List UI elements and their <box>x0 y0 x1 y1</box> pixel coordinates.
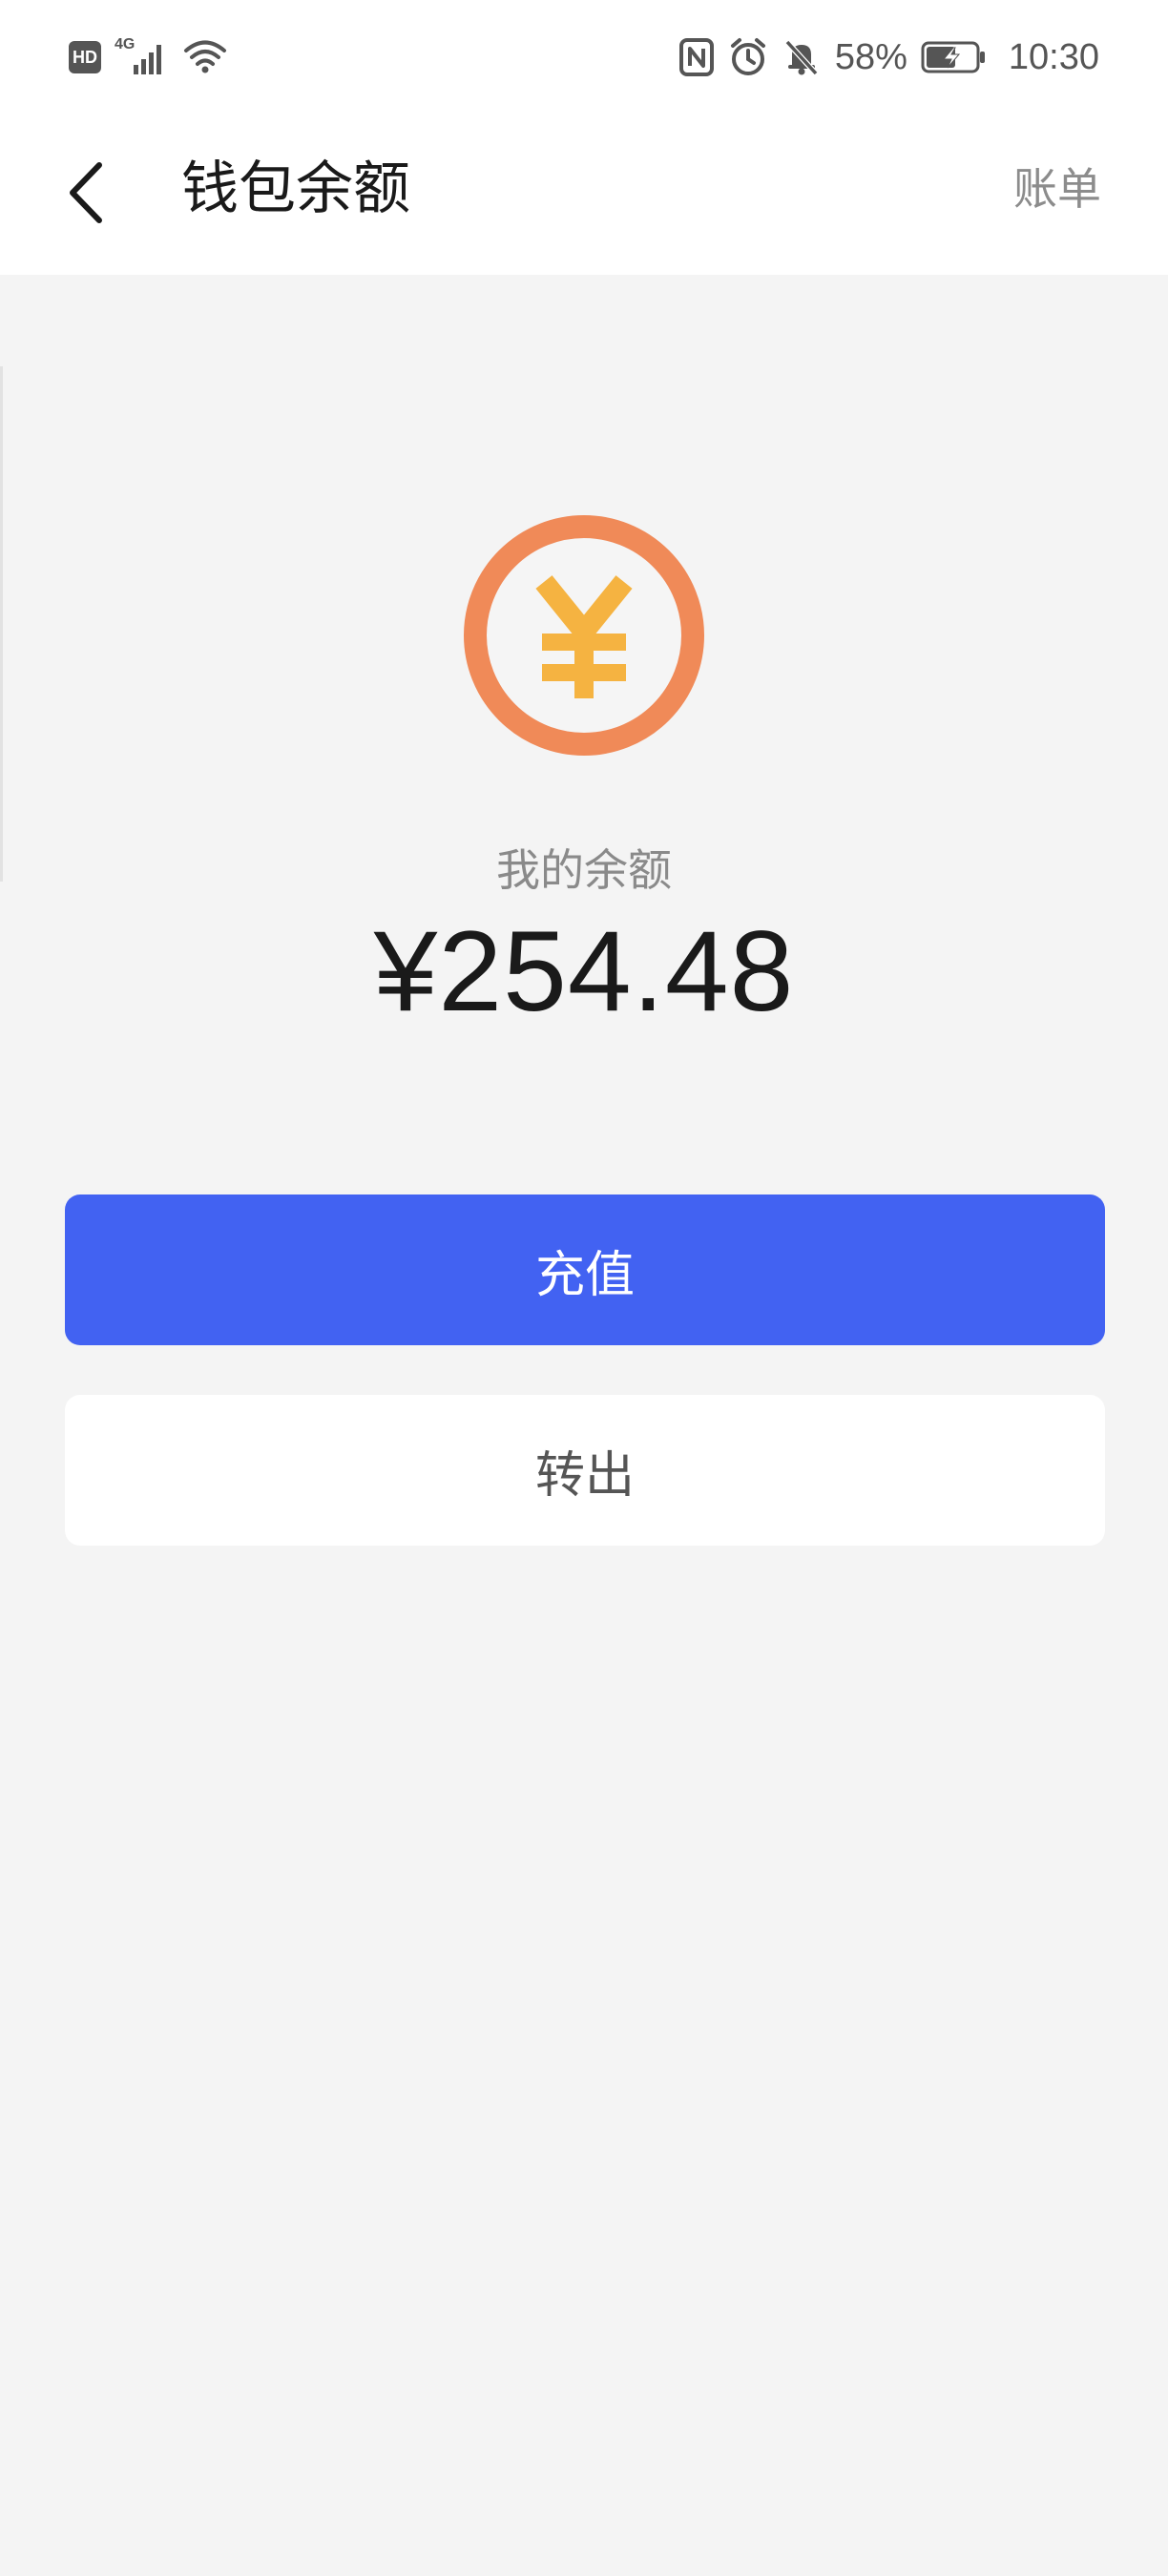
yuan-coin-icon <box>464 515 704 756</box>
balance-amount: ¥254.48 <box>373 907 795 1035</box>
clock: 10:30 <box>1008 36 1099 77</box>
alarm-icon <box>730 38 765 75</box>
app-header: 钱包余额 账单 <box>0 114 1168 275</box>
withdraw-button-label: 转出 <box>534 1446 635 1505</box>
balance-label: 我的余额 <box>496 844 672 896</box>
nfc-icon <box>678 38 714 76</box>
hd-badge: HD <box>69 41 101 73</box>
status-left-group: HD 4G <box>69 34 227 80</box>
back-button[interactable] <box>52 151 120 235</box>
signal-icon <box>134 45 161 74</box>
recharge-button[interactable]: 充值 <box>65 1195 1105 1345</box>
page-title: 钱包余额 <box>181 156 410 222</box>
cellular-signal: 4G <box>115 36 170 78</box>
bill-link[interactable]: 账单 <box>1013 147 1101 231</box>
chevron-left-icon <box>70 162 102 223</box>
withdraw-button[interactable]: 转出 <box>65 1395 1105 1546</box>
edge-divider <box>0 366 3 882</box>
recharge-button-label: 充值 <box>534 1246 635 1304</box>
status-bar: HD 4G 58% 10:30 <box>0 0 1168 114</box>
status-right-group: 58% 10:30 <box>678 29 1099 86</box>
wifi-icon <box>184 40 226 73</box>
battery-percent: 58% <box>834 36 907 77</box>
mute-icon <box>784 39 819 76</box>
battery-charging-icon <box>921 41 985 73</box>
